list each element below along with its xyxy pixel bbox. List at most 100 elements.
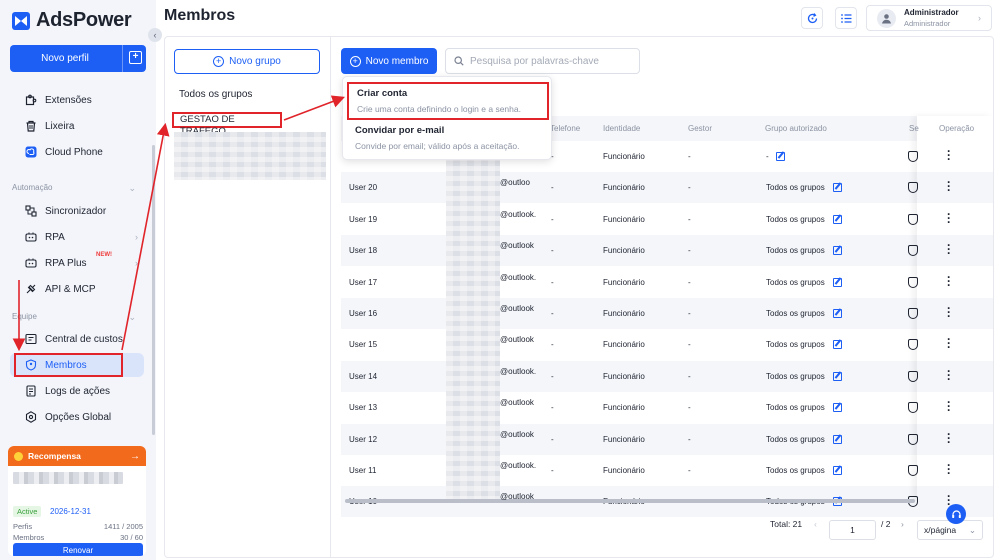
menu-item-create-account[interactable]: Criar conta Crie uma conta definindo o l… (347, 82, 549, 120)
prev-page-icon[interactable]: ‹ (814, 519, 817, 529)
shield-icon[interactable] (908, 434, 918, 445)
table-row[interactable]: User 13 - Funcionário - Todos os grupos (341, 392, 917, 423)
sidebar-item-rpa-plus[interactable]: RPA Plus NEW! › (10, 251, 144, 275)
reward-header[interactable]: Recompensa → (8, 446, 146, 466)
profiles-label: Perfis (13, 522, 33, 531)
collapse-sidebar-button[interactable]: ‹ (148, 28, 162, 42)
section-automation-label: Automação (12, 183, 53, 192)
menu-item-description: Convide por email; válido após a aceitaç… (355, 141, 520, 151)
new-profile-button[interactable]: Novo perfil + (10, 45, 146, 72)
more-options-icon[interactable]: · · · (946, 365, 952, 385)
cell-email-fragment: @outlook (500, 430, 534, 439)
cell-phone: - (551, 466, 554, 475)
profiles-value: 1411 / 2005 (103, 522, 143, 531)
sidebar-item-api-mcp[interactable]: API & MCP (10, 277, 144, 301)
support-button[interactable] (946, 504, 966, 524)
chevron-down-icon: ⌄ (128, 183, 136, 193)
more-options-icon[interactable]: · · · (946, 428, 952, 448)
next-page-icon[interactable]: › (901, 519, 904, 529)
shield-icon[interactable] (908, 371, 918, 382)
status-badge: Active (13, 506, 42, 517)
table-horizontal-scrollbar[interactable] (345, 499, 915, 503)
shield-icon[interactable] (908, 277, 918, 288)
sidebar-item-global-options[interactable]: Opções Global (10, 405, 144, 429)
operation-cell (917, 455, 993, 486)
cell-email-fragment: @outlook (500, 304, 534, 313)
page-input[interactable]: 1 (829, 520, 876, 540)
more-options-icon[interactable]: · · · (946, 459, 952, 479)
menu-item-invite-email[interactable]: Convidar por e-mail Convide por email; v… (347, 121, 549, 155)
edit-icon[interactable] (833, 183, 842, 192)
shield-icon[interactable] (908, 214, 918, 225)
sidebar-item-cloud-phone[interactable]: Cloud Phone (10, 140, 144, 164)
search-input[interactable]: Pesquisa por palavras-chave (445, 48, 640, 74)
section-automation[interactable]: Automação ⌄ (12, 183, 140, 193)
cell-user: User 14 (349, 372, 378, 381)
app-name: AdsPower (36, 9, 132, 31)
shield-icon[interactable] (908, 308, 918, 319)
sidebar-item-synchronizer[interactable]: Sincronizador (10, 199, 144, 223)
table-row[interactable]: User 20 - Funcionário - Todos os grupos (341, 172, 917, 203)
shield-icon[interactable] (908, 151, 918, 162)
sidebar-item-extensions[interactable]: Extensões (10, 88, 144, 112)
per-page-select[interactable]: x/página ⌄ (917, 520, 983, 540)
section-team[interactable]: Equipe ⌄ (12, 312, 140, 322)
more-options-icon[interactable]: · · · (946, 302, 952, 322)
group-item-all[interactable]: Todos os grupos (179, 89, 252, 100)
edit-icon[interactable] (833, 466, 842, 475)
table-row[interactable]: User 17 - Funcionário - Todos os grupos (341, 267, 917, 298)
more-options-icon[interactable]: · · · (946, 271, 952, 291)
cell-email-fragment: @outlook. (500, 273, 537, 282)
edit-icon[interactable] (833, 340, 842, 349)
table-row[interactable]: User 12 - Funcionário - Todos os grupos (341, 424, 917, 455)
edit-icon[interactable] (833, 215, 842, 224)
renew-button[interactable]: Renovar (13, 543, 143, 556)
members-label: Membros (13, 533, 45, 542)
edit-icon[interactable] (833, 372, 842, 381)
sidebar-scrollbar[interactable] (152, 145, 155, 435)
table-row[interactable]: User 16 - Funcionário - Todos os grupos (341, 298, 917, 329)
table-row[interactable]: User 19 - Funcionário - Todos os grupos (341, 204, 917, 235)
plus-square-icon[interactable]: + (129, 51, 142, 64)
new-group-button[interactable]: + Novo grupo (174, 49, 320, 74)
task-list-button[interactable] (835, 7, 857, 29)
cell-phone: - (551, 403, 554, 412)
table-row[interactable]: User 14 - Funcionário - Todos os grupos (341, 361, 917, 392)
sidebar-item-trash[interactable]: Lixeira (10, 114, 144, 138)
app-logo[interactable]: AdsPower (12, 9, 132, 32)
more-options-icon[interactable]: · · · (946, 176, 952, 196)
cell-manager: - (688, 152, 691, 161)
more-options-icon[interactable]: · · · (946, 145, 952, 165)
user-menu[interactable]: Administrador Administrador › (866, 5, 992, 31)
new-badge: NEW! (96, 252, 112, 258)
more-options-icon[interactable]: · · · (946, 396, 952, 416)
refresh-button[interactable] (801, 7, 823, 29)
menu-item-description: Crie uma conta definindo o login e a sen… (357, 104, 521, 114)
sidebar-item-cost-center[interactable]: Central de custos (10, 327, 144, 351)
sidebar-item-action-logs[interactable]: Logs de ações (10, 379, 144, 403)
edit-icon[interactable] (833, 278, 842, 287)
cell-user: User 15 (349, 340, 378, 349)
avatar (877, 9, 896, 28)
shield-icon[interactable] (908, 182, 918, 193)
new-member-label: Novo membro (365, 55, 429, 67)
table-row[interactable]: User 15 - Funcionário - Todos os grupos (341, 329, 917, 360)
more-options-icon[interactable]: · · · (946, 239, 952, 259)
group-item-gestao-de-trafego[interactable]: GESTAO DE TRAFEGO (172, 112, 282, 137)
sidebar-item-rpa[interactable]: RPA › (10, 225, 144, 249)
shield-icon[interactable] (908, 402, 918, 413)
edit-icon[interactable] (776, 152, 785, 161)
more-options-icon[interactable]: · · · (946, 333, 952, 353)
shield-icon[interactable] (908, 339, 918, 350)
edit-icon[interactable] (833, 309, 842, 318)
more-options-icon[interactable]: · · · (946, 208, 952, 228)
shield-icon[interactable] (908, 465, 918, 476)
shield-icon[interactable] (908, 245, 918, 256)
edit-icon[interactable] (833, 435, 842, 444)
table-row[interactable]: User 18 - Funcionário - Todos os grupos (341, 235, 917, 266)
cell-user: User 13 (349, 403, 378, 412)
table-row[interactable]: User 11 - Funcionário - Todos os grupos (341, 455, 917, 486)
edit-icon[interactable] (833, 246, 842, 255)
new-member-button[interactable]: + Novo membro (341, 48, 437, 74)
edit-icon[interactable] (833, 403, 842, 412)
